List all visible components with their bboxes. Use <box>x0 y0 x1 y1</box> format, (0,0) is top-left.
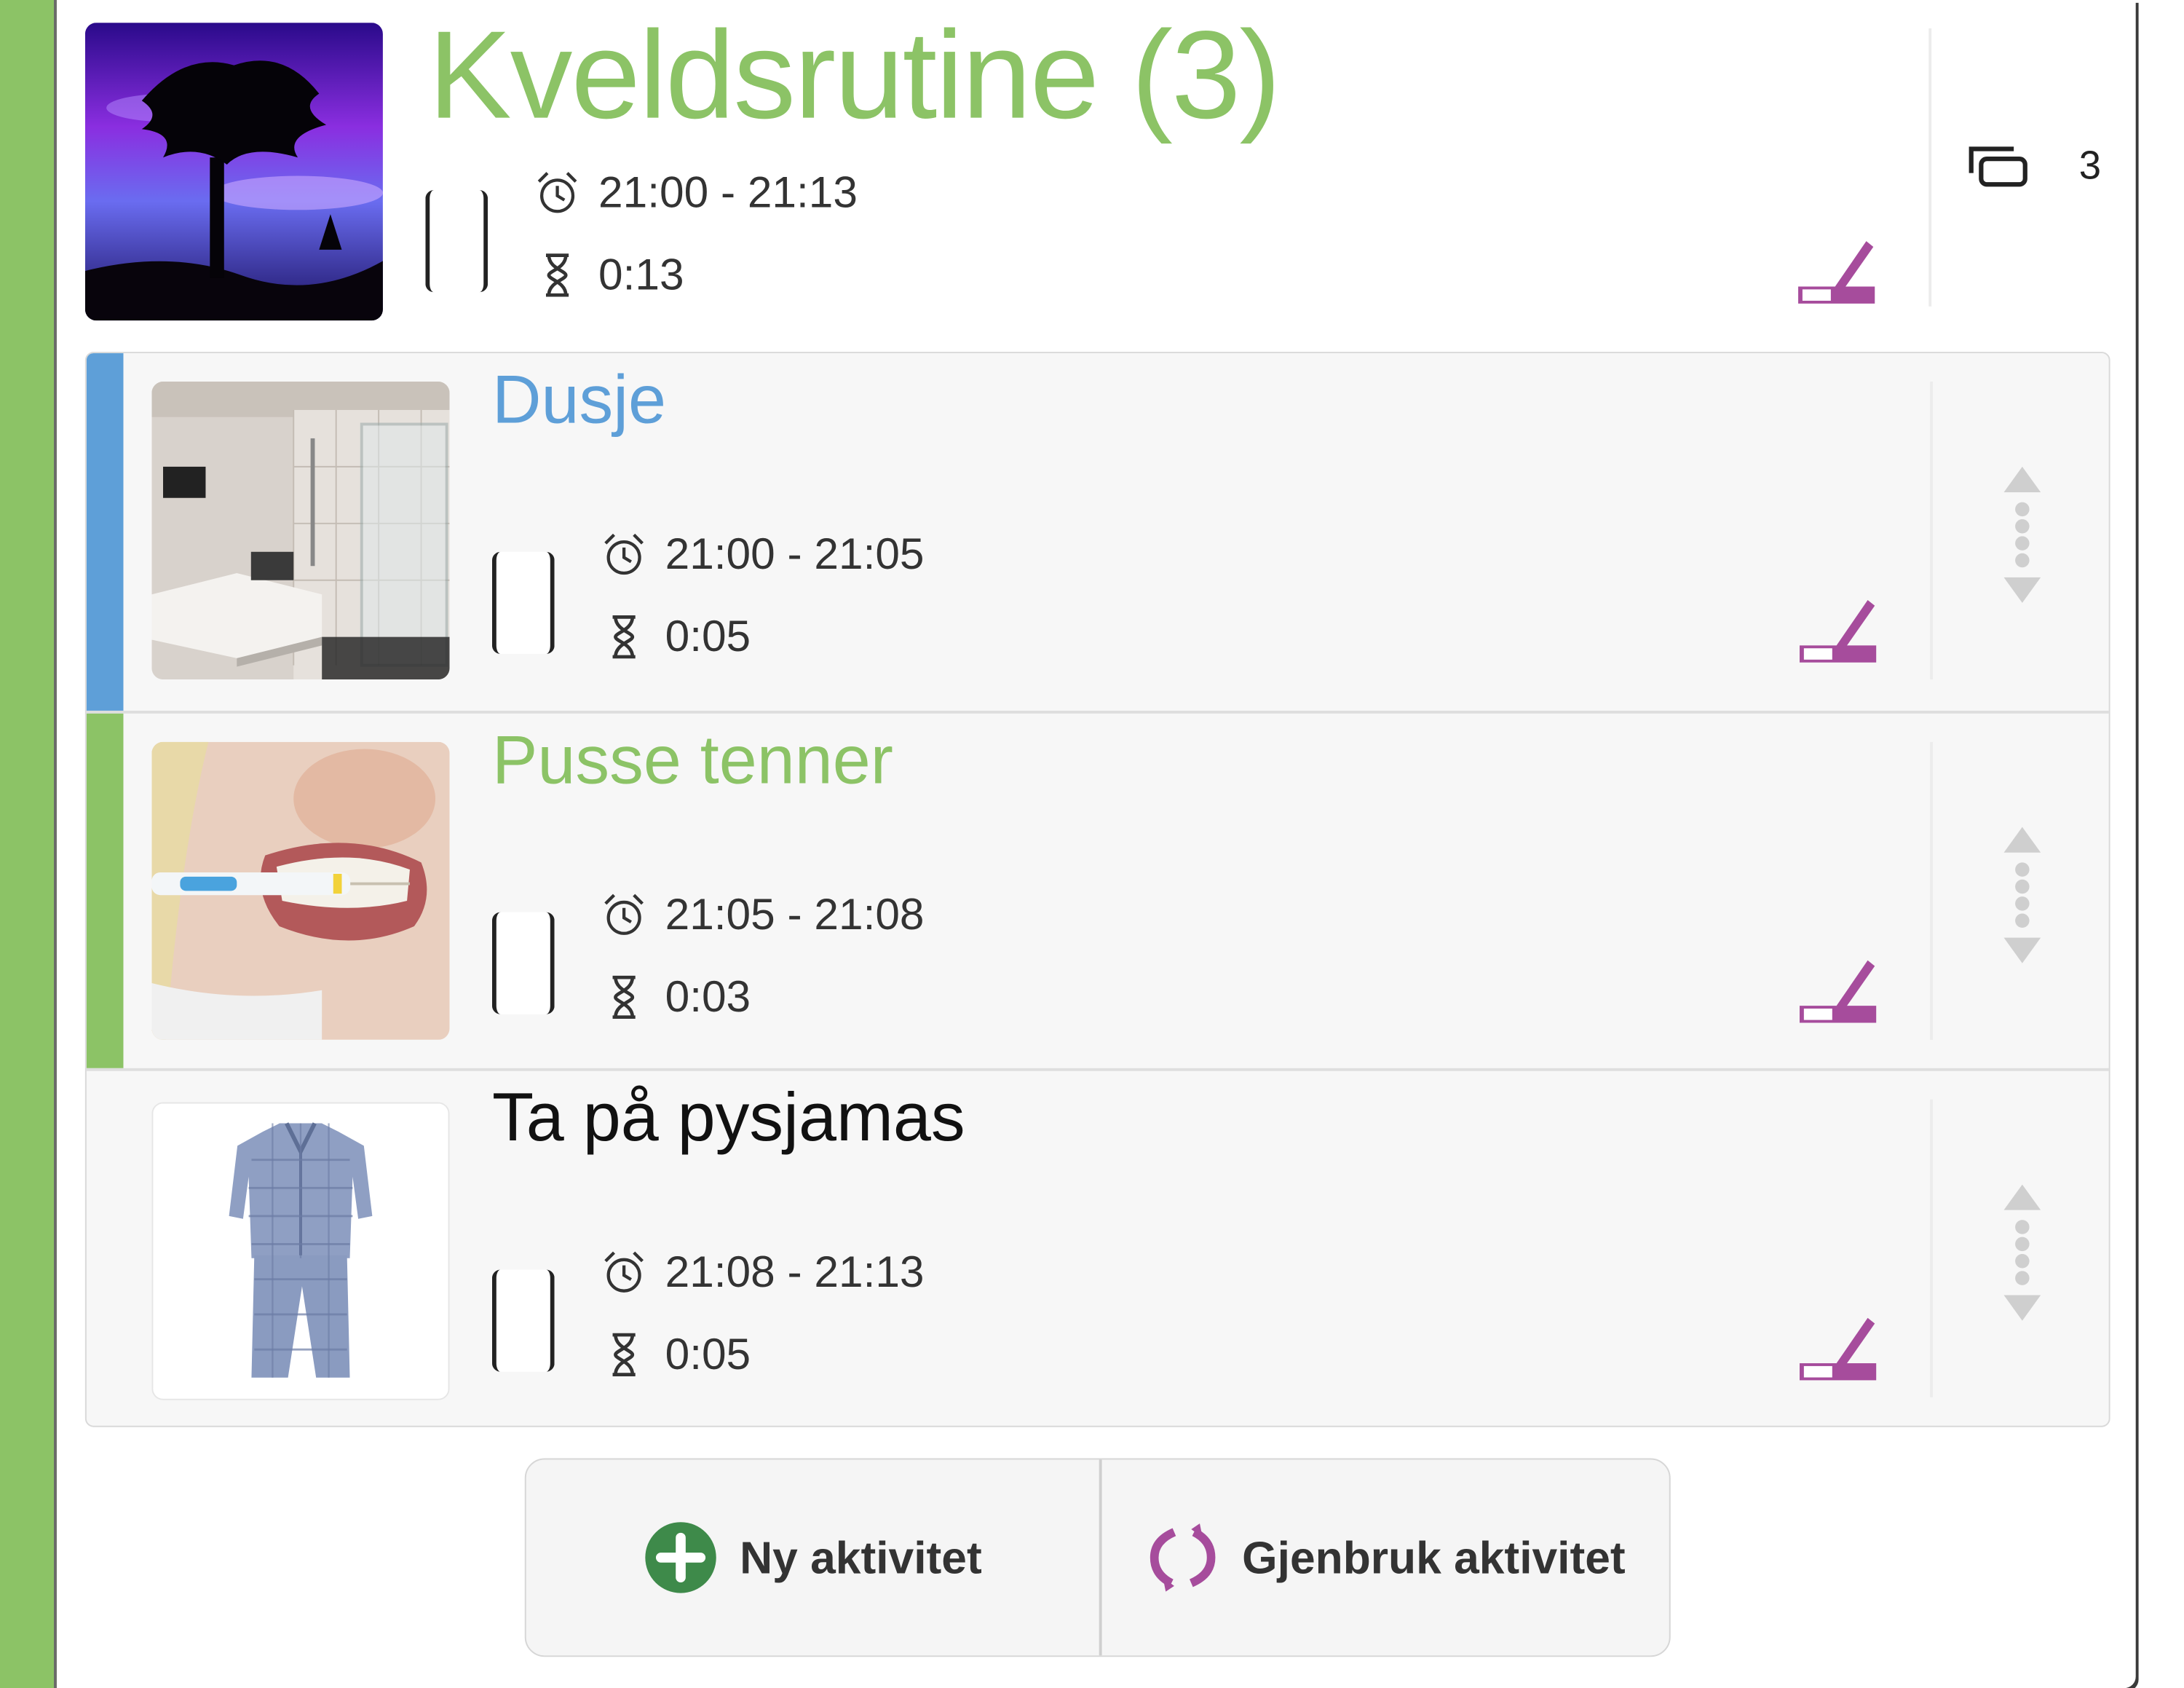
alarm-clock-icon <box>604 1251 644 1293</box>
hourglass-icon <box>612 975 636 1019</box>
activity-list: Dusje 21:00 - 21:05 0:05 Pusse tenner 21… <box>84 352 2110 1427</box>
routine-accent-bar <box>0 0 57 1688</box>
activity-title: Pusse tenner <box>491 723 893 799</box>
routine-duration-row: 0:13 <box>533 250 684 301</box>
routine-image[interactable] <box>84 23 383 321</box>
reuse-arrows-icon <box>1150 1523 1216 1592</box>
alarm-clock-icon <box>604 533 644 575</box>
row-divider <box>1930 1099 1934 1397</box>
activity-time-row: 21:08 - 21:13 <box>600 1247 925 1298</box>
activity-duration: 0:05 <box>665 1329 751 1379</box>
activity-row[interactable]: Ta på pysjamas 21:08 - 21:13 0:05 <box>86 1068 2109 1426</box>
activity-duration: 0:03 <box>665 971 751 1022</box>
brushing-teeth-image[interactable] <box>151 741 450 1040</box>
activity-duration-row: 0:05 <box>600 612 751 663</box>
activity-time: 21:08 - 21:13 <box>665 1247 925 1297</box>
activity-color-bar <box>86 713 124 1068</box>
edit-icon[interactable] <box>1797 594 1879 665</box>
routine-duration: 0:13 <box>598 249 684 300</box>
alarm-clock-icon <box>604 894 644 935</box>
activity-row[interactable]: Dusje 21:00 - 21:05 0:05 <box>86 353 2109 711</box>
edit-icon[interactable] <box>1797 1312 1879 1383</box>
hourglass-icon <box>612 615 636 659</box>
routine-panel: Kveldsrutine (3) 21:00 - 21:13 0:13 3 Du… <box>0 0 2136 1688</box>
activity-time-row: 21:05 - 21:08 <box>600 889 925 940</box>
routine-checkbox[interactable] <box>425 190 488 293</box>
edit-icon[interactable] <box>1797 955 1879 1025</box>
subactivity-count[interactable]: 3 <box>1966 142 2101 190</box>
new-activity-button[interactable]: Ny aktivitet <box>526 1459 1102 1656</box>
drag-handle-icon[interactable] <box>1998 1182 2046 1324</box>
activity-duration: 0:05 <box>665 611 751 661</box>
routine-time-row: 21:00 - 21:13 <box>533 167 858 218</box>
row-divider <box>1930 382 1934 680</box>
plus-circle-icon <box>644 1522 716 1593</box>
subactivity-count-value: 3 <box>2078 143 2102 188</box>
activity-row[interactable]: Pusse tenner 21:05 - 21:08 0:03 <box>86 710 2109 1068</box>
new-activity-label: Ny aktivitet <box>740 1531 982 1582</box>
drag-handle-icon[interactable] <box>1998 824 2046 966</box>
activity-actions: Ny aktivitet Gjenbruk aktivitet <box>524 1458 1671 1657</box>
activity-duration-row: 0:03 <box>600 971 751 1022</box>
activity-checkbox[interactable] <box>491 912 555 1014</box>
row-divider <box>1930 741 1934 1040</box>
activity-duration-row: 0:05 <box>600 1329 751 1380</box>
activity-title: Dusje <box>491 363 667 438</box>
activity-time-row: 21:00 - 21:05 <box>600 529 925 580</box>
activity-time: 21:00 - 21:05 <box>665 529 925 579</box>
drag-handle-icon[interactable] <box>1998 464 2046 606</box>
reuse-activity-button[interactable]: Gjenbruk aktivitet <box>1102 1459 1669 1655</box>
routine-time: 21:00 - 21:13 <box>598 167 858 218</box>
activity-time: 21:05 - 21:08 <box>665 889 925 939</box>
activity-checkbox[interactable] <box>491 551 555 655</box>
routine-edit-icon[interactable] <box>1795 235 1878 306</box>
reuse-activity-label: Gjenbruk aktivitet <box>1242 1531 1626 1582</box>
hourglass-icon <box>612 1333 636 1376</box>
hourglass-icon <box>545 253 569 297</box>
routine-title: Kveldsrutine (3) <box>428 4 1281 145</box>
stacked-cards-icon <box>1969 146 2027 187</box>
activity-color-bar <box>86 353 124 711</box>
header-divider <box>1928 28 1932 307</box>
activity-checkbox[interactable] <box>491 1269 555 1372</box>
shower-image[interactable] <box>151 382 450 680</box>
pajamas-image[interactable] <box>151 1102 450 1400</box>
alarm-clock-icon <box>537 172 577 213</box>
activity-title: Ta på pysjamas <box>491 1081 965 1156</box>
